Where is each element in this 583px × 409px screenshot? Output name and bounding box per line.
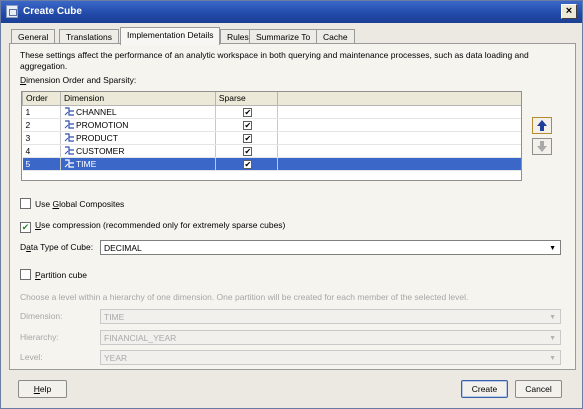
dimension-icon	[64, 158, 74, 168]
partition-dimension-label: Dimension:	[20, 311, 63, 321]
dimension-icon	[64, 145, 74, 155]
cube-icon	[6, 5, 18, 18]
sparse-checkbox[interactable]: ✔	[243, 108, 253, 117]
column-header-sparse[interactable]: Sparse	[214, 92, 278, 106]
close-icon: ×	[565, 5, 573, 17]
column-header-dimension[interactable]: Dimension	[59, 92, 216, 106]
close-button[interactable]: ×	[561, 4, 577, 19]
chevron-down-icon: ▼	[549, 335, 556, 342]
filler-cell	[277, 105, 521, 119]
table-row[interactable]: 5 TIME ✔	[22, 157, 521, 171]
partition-hint: Choose a level within a hierarchy of one…	[20, 292, 469, 302]
dimension-cell: TIME	[60, 157, 216, 171]
tab-summarize-to[interactable]: Summarize To	[249, 29, 318, 44]
tab-general[interactable]: General	[11, 29, 56, 44]
dimension-cell: CHANNEL	[60, 105, 216, 119]
implementation-details-panel: These settings affect the performance of…	[9, 43, 576, 370]
dimension-order-grid: Order Dimension Sparse 1 CHANNEL ✔ 2 PROMOTI…	[21, 91, 522, 181]
dimension-icon	[64, 106, 74, 116]
filler-cell	[277, 118, 521, 132]
sparse-checkbox[interactable]: ✔	[243, 121, 253, 130]
dimension-name: PRODUCT	[75, 132, 118, 143]
filler-cell	[277, 131, 521, 145]
partition-hierarchy-select[interactable]: FINANCIAL_YEAR ▼	[100, 330, 561, 345]
dimension-cell: PRODUCT	[60, 131, 216, 145]
dimension-name: TIME	[75, 158, 97, 169]
help-button[interactable]: Help	[18, 380, 67, 398]
dimension-cell: PROMOTION	[60, 118, 216, 132]
order-cell: 3	[22, 131, 61, 145]
table-row[interactable]: 1 CHANNEL ✔	[22, 105, 521, 119]
order-cell: 4	[22, 144, 61, 158]
dimension-cell: CUSTOMER	[60, 144, 216, 158]
partition-cube-option[interactable]: Partition cube	[20, 269, 87, 281]
dimension-order-label: Dimension Order and Sparsity:	[20, 75, 137, 85]
table-row[interactable]: 4 CUSTOMER ✔	[22, 144, 521, 158]
order-cell: 1	[22, 105, 61, 119]
tab-cache[interactable]: Cache	[316, 29, 355, 44]
tab-implementation-details[interactable]: Implementation Details	[120, 27, 221, 45]
global-composites-checkbox[interactable]	[20, 198, 31, 209]
column-header-order[interactable]: Order	[22, 92, 61, 106]
dimension-icon	[64, 132, 74, 142]
chevron-down-icon: ▼	[549, 355, 556, 362]
order-cell: 5	[22, 157, 61, 171]
sparse-cell: ✔	[215, 157, 278, 171]
dimension-name: CUSTOMER	[75, 145, 125, 156]
partition-hierarchy-label: Hierarchy:	[20, 332, 59, 342]
title-bar: Create Cube ×	[1, 1, 582, 23]
arrow-down-icon	[537, 141, 547, 152]
global-composites-option[interactable]: Use Global Composites	[20, 198, 124, 210]
window-title: Create Cube	[23, 6, 82, 17]
move-up-button[interactable]	[532, 117, 552, 134]
sparse-cell: ✔	[215, 144, 278, 158]
partition-cube-checkbox[interactable]	[20, 269, 31, 280]
table-row[interactable]: 2 PROMOTION ✔	[22, 118, 521, 132]
panel-description: These settings affect the performance of…	[20, 50, 529, 71]
data-type-label: Data Type of Cube:	[20, 242, 94, 252]
dimension-name: PROMOTION	[75, 119, 129, 130]
sparse-cell: ✔	[215, 105, 278, 119]
sparse-cell: ✔	[215, 118, 278, 132]
dimension-icon	[64, 119, 74, 129]
sparse-checkbox[interactable]: ✔	[243, 160, 253, 169]
chevron-down-icon: ▼	[549, 245, 556, 252]
sparse-checkbox[interactable]: ✔	[243, 147, 253, 156]
partition-dimension-select[interactable]: TIME ▼	[100, 309, 561, 324]
column-header-filler	[276, 92, 521, 106]
arrow-up-icon	[537, 120, 547, 131]
chevron-down-icon: ▼	[549, 314, 556, 321]
partition-level-select[interactable]: YEAR ▼	[100, 350, 561, 365]
sparse-checkbox[interactable]: ✔	[243, 134, 253, 143]
compression-option[interactable]: ✔ Use compression (recommended only for e…	[20, 220, 285, 233]
create-cube-dialog: Create Cube × General Translations Imple…	[0, 0, 583, 409]
partition-level-label: Level:	[20, 352, 43, 362]
cancel-button[interactable]: Cancel	[515, 380, 562, 398]
move-down-button[interactable]	[532, 138, 552, 155]
filler-cell	[277, 157, 521, 171]
data-type-select[interactable]: DECIMAL ▼	[100, 240, 561, 255]
create-button[interactable]: Create	[461, 380, 508, 398]
tab-translations[interactable]: Translations	[59, 29, 119, 44]
filler-cell	[277, 144, 521, 158]
sparse-cell: ✔	[215, 131, 278, 145]
table-row[interactable]: 3 PRODUCT ✔	[22, 131, 521, 145]
order-cell: 2	[22, 118, 61, 132]
compression-checkbox[interactable]: ✔	[20, 222, 31, 233]
dimension-name: CHANNEL	[75, 106, 117, 117]
